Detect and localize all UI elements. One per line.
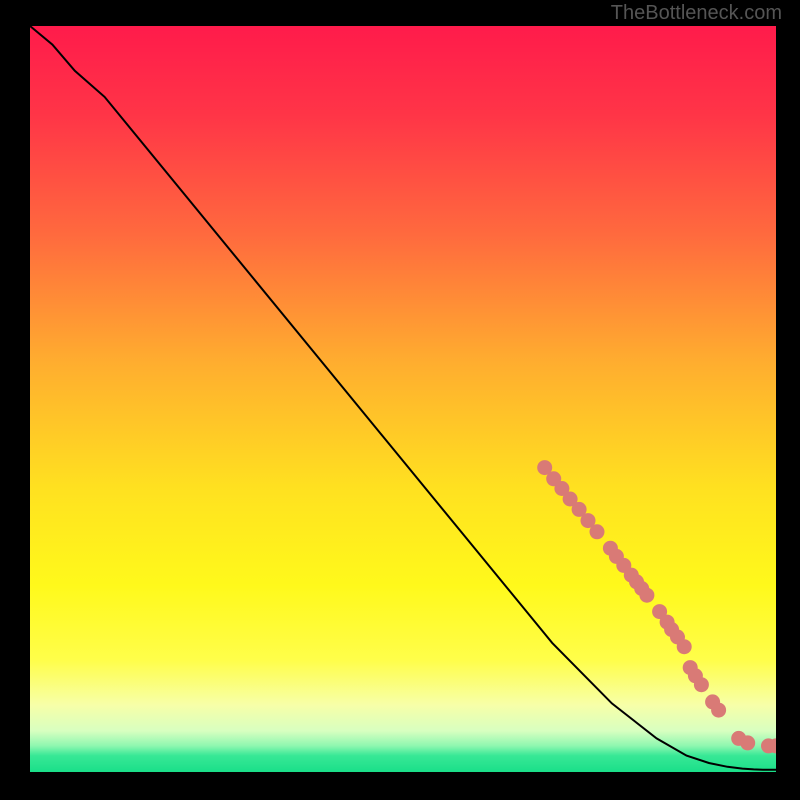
- plot-area: [30, 26, 776, 772]
- watermark-text: TheBottleneck.com: [611, 2, 782, 25]
- data-point: [694, 677, 709, 692]
- data-point: [711, 703, 726, 718]
- chart-frame: TheBottleneck.com: [0, 0, 800, 800]
- gradient-background: [30, 26, 776, 772]
- data-point: [740, 735, 755, 750]
- data-point: [639, 588, 654, 603]
- chart-svg: [30, 26, 776, 772]
- data-point: [677, 639, 692, 654]
- data-point: [590, 524, 605, 539]
